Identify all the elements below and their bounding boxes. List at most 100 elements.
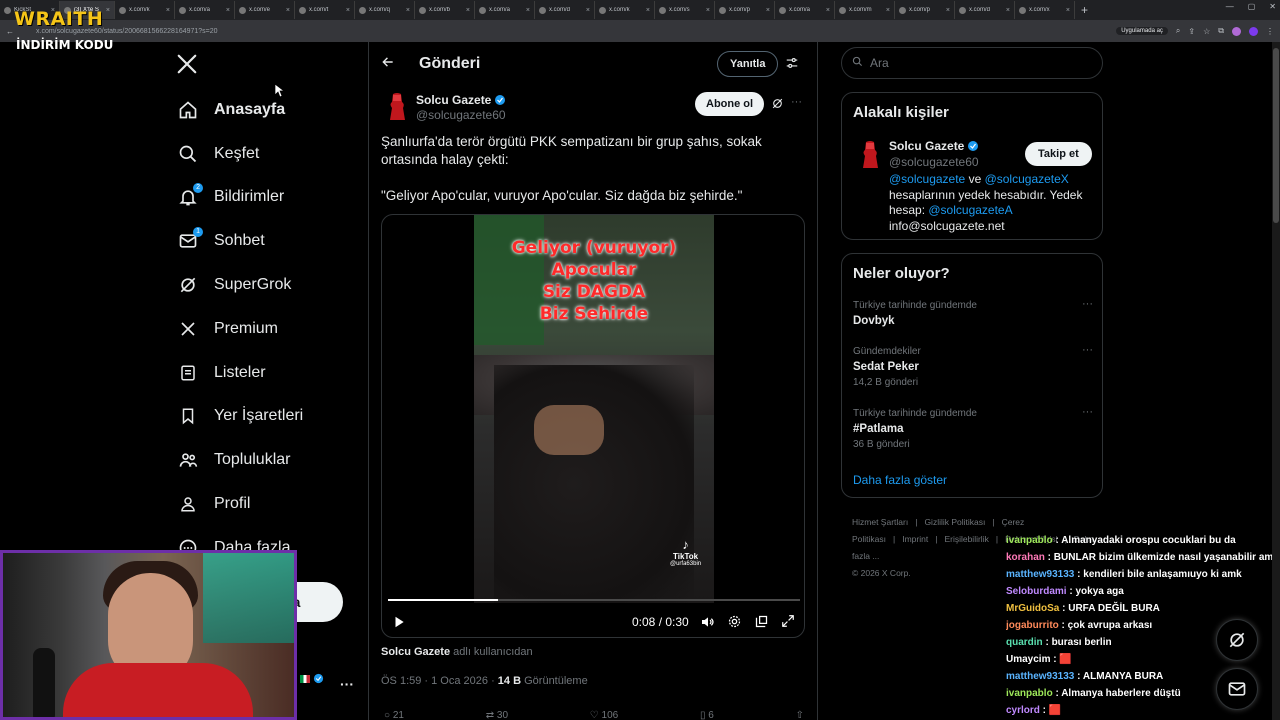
chat-username[interactable]: matthew93133 <box>1006 569 1074 580</box>
browser-tab[interactable]: x.com/a × <box>175 1 235 19</box>
reply-action[interactable]: ○ 21 <box>384 710 404 720</box>
browser-tab[interactable]: x.com/p × <box>895 1 955 19</box>
scrollbar[interactable] <box>1272 42 1280 720</box>
tab-close-icon[interactable]: × <box>346 7 350 14</box>
tab-close-icon[interactable]: × <box>946 7 950 14</box>
tab-close-icon[interactable]: × <box>826 7 830 14</box>
maximize-icon[interactable]: ▢ <box>1248 2 1256 11</box>
search-input[interactable]: Ara <box>841 47 1103 79</box>
browser-tab[interactable]: x.com/b × <box>415 1 475 19</box>
author-name[interactable]: Solcu Gazete <box>416 93 506 107</box>
video-source-name[interactable]: Solcu Gazete <box>381 646 450 658</box>
play-icon[interactable] <box>392 615 406 634</box>
account-menu-icon[interactable]: ··· <box>340 676 354 692</box>
more-options-icon[interactable]: ··· <box>1082 406 1093 418</box>
chat-username[interactable]: matthew93133 <box>1006 671 1074 682</box>
chat-username[interactable]: quardin <box>1006 637 1043 648</box>
show-more-link[interactable]: Daha fazla göster <box>853 473 947 487</box>
x-logo[interactable] <box>176 53 198 81</box>
browser-tab[interactable]: x.com/a × <box>775 1 835 19</box>
sidebar-item-communities[interactable]: Topluluklar <box>168 438 368 482</box>
tab-close-icon[interactable]: × <box>766 7 770 14</box>
share-icon[interactable]: ⇧ <box>796 710 804 720</box>
close-window-icon[interactable]: ✕ <box>1269 2 1276 11</box>
sidebar-item-notifications[interactable]: 2 Bildirimler <box>168 176 368 220</box>
tab-close-icon[interactable]: × <box>706 7 710 14</box>
tweet-timestamp[interactable]: ÖS 1:59 · 1 Oca 2026 · <box>381 675 498 687</box>
avatar[interactable] <box>860 140 880 175</box>
browser-tab[interactable]: x.com/x × <box>1015 1 1075 19</box>
trend-item[interactable]: Türkiye tarihinde gündemde #Patlama 36 B… <box>853 406 1093 450</box>
sidebar-item-supergrok[interactable]: SuperGrok <box>168 263 368 307</box>
sidebar-item-bookmarks[interactable]: Yer İşaretleri <box>168 395 368 439</box>
sidebar-item-premium[interactable]: Premium <box>168 307 368 351</box>
tab-close-icon[interactable]: × <box>586 7 590 14</box>
tab-close-icon[interactable]: × <box>646 7 650 14</box>
chat-username[interactable]: korahan <box>1006 552 1045 563</box>
browser-tab[interactable]: x.com/e × <box>235 1 295 19</box>
video-progress-bar[interactable] <box>388 599 800 601</box>
subscribe-button[interactable]: Abone ol <box>695 92 765 116</box>
video-player[interactable]: Geliyor (vuruyor) Apocular Siz DAGDA Biz… <box>381 214 805 638</box>
bookmark-action[interactable]: ▯ 6 <box>700 710 714 720</box>
author-handle[interactable]: @solcugazete60 <box>416 108 506 122</box>
sidebar-item-chat[interactable]: 1 Sohbet <box>168 219 368 263</box>
bookmark-star-icon[interactable]: ☆ <box>1203 27 1210 36</box>
browser-tab[interactable]: x.com/k × <box>595 1 655 19</box>
browser-tab[interactable]: x.com/k × <box>115 1 175 19</box>
sidebar-item-lists[interactable]: Listeler <box>168 351 368 395</box>
related-name[interactable]: Solcu Gazete <box>889 139 979 153</box>
back-nav-icon[interactable]: ← <box>6 27 14 36</box>
footer-link[interactable]: Gizlilik Politikası <box>924 517 985 527</box>
chat-username[interactable]: jogaburrito <box>1006 620 1059 631</box>
tab-close-icon[interactable]: × <box>166 7 170 14</box>
browser-tab[interactable]: x.com/d × <box>535 1 595 19</box>
tab-close-icon[interactable]: × <box>226 7 230 14</box>
tab-close-icon[interactable]: × <box>886 7 890 14</box>
browser-tab[interactable]: x.com/p × <box>715 1 775 19</box>
back-arrow-icon[interactable] <box>381 55 395 74</box>
browser-tab[interactable]: x.com/s × <box>655 1 715 19</box>
tab-close-icon[interactable]: × <box>106 7 110 14</box>
new-tab-icon[interactable]: + <box>1075 3 1094 17</box>
zoom-icon[interactable]: ⌕ <box>1176 26 1180 36</box>
more-options-icon[interactable]: ··· <box>1082 344 1093 356</box>
avatar[interactable] <box>387 92 407 122</box>
like-action[interactable]: ♡ 106 <box>590 710 618 720</box>
bio-mention-link[interactable]: @solcugazete <box>889 172 965 186</box>
trend-item[interactable]: Gündemdekiler Sedat Peker 14,2 B gönderi… <box>853 344 1093 388</box>
extension-icon[interactable] <box>1232 26 1241 36</box>
chat-username[interactable]: Seloburdami <box>1006 586 1067 597</box>
video-frame[interactable]: Geliyor (vuruyor) Apocular Siz DAGDA Biz… <box>474 215 714 603</box>
footer-link[interactable]: Erişilebilirlik <box>944 534 988 544</box>
sliders-icon[interactable] <box>785 56 799 75</box>
tab-close-icon[interactable]: × <box>406 7 410 14</box>
reply-button[interactable]: Yanıtla <box>717 51 779 77</box>
sidebar-item-home[interactable]: Anasayfa <box>168 88 368 132</box>
chat-username[interactable]: MrGuidoSa <box>1006 603 1059 614</box>
open-in-app-button[interactable]: Uygulamada aç <box>1116 27 1168 35</box>
browser-tab[interactable]: x.com/t × <box>295 1 355 19</box>
repost-action[interactable]: ⇄ 30 <box>486 710 508 720</box>
tab-close-icon[interactable]: × <box>526 7 530 14</box>
bio-mention-link[interactable]: @solcugazeteA <box>928 203 1012 217</box>
more-options-icon[interactable]: ··· <box>1082 298 1093 310</box>
grok-floating-button[interactable] <box>1216 619 1258 661</box>
sidebar-item-explore[interactable]: Keşfet <box>168 132 368 176</box>
scrollbar-thumb[interactable] <box>1273 48 1279 223</box>
tab-close-icon[interactable]: × <box>286 7 290 14</box>
profile-avatar[interactable] <box>1249 26 1258 36</box>
extensions-icon[interactable]: ⧉ <box>1218 26 1224 36</box>
footer-link[interactable]: Hizmet Şartları <box>852 517 908 527</box>
chat-username[interactable]: ivanpablo <box>1006 688 1053 699</box>
messages-floating-button[interactable] <box>1216 668 1258 710</box>
chat-username[interactable]: cyrlord <box>1006 705 1040 716</box>
chat-username[interactable]: ivanpablo <box>1006 535 1053 546</box>
follow-button[interactable]: Takip et <box>1025 142 1092 166</box>
grok-icon[interactable] <box>771 97 784 115</box>
tab-close-icon[interactable]: × <box>1066 7 1070 14</box>
browser-tab[interactable]: x.com/d × <box>955 1 1015 19</box>
bio-mention-link[interactable]: @solcugazeteX <box>985 172 1069 186</box>
footer-link[interactable]: Imprint <box>902 534 928 544</box>
volume-icon[interactable] <box>700 614 716 635</box>
